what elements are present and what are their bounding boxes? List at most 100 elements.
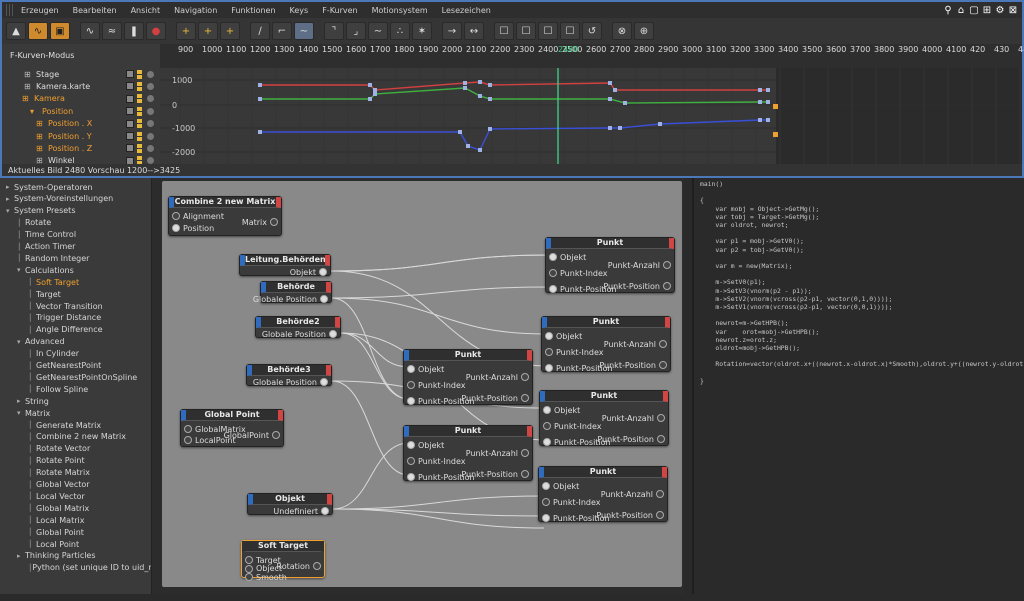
track-tag[interactable] xyxy=(126,94,134,103)
output-port[interactable]: Punkt-Anzahl xyxy=(604,339,667,349)
node-leitung[interactable]: Leitung.Behörden Objekt xyxy=(239,254,331,277)
menu-bearbeiten[interactable]: Bearbeiten xyxy=(66,6,124,15)
node-title[interactable]: Behörde3 xyxy=(247,365,331,376)
settings-icon[interactable]: ⚙ xyxy=(995,5,1005,16)
input-port[interactable]: Alignment xyxy=(172,211,224,221)
split-icon[interactable]: ∴ xyxy=(390,22,410,40)
expand-icon[interactable]: ⊞ xyxy=(36,144,43,153)
track-row[interactable]: ⊞ Position . Z xyxy=(2,142,160,154)
preset-item[interactable]: ▾ Calculations xyxy=(0,264,151,276)
expand-arrow-icon[interactable]: ▸ xyxy=(6,183,14,191)
track-row[interactable]: ▾ Position xyxy=(2,105,160,117)
expand-arrow-icon[interactable]: ▾ xyxy=(17,409,25,417)
node-punkt[interactable]: Punkt Objekt Punkt-Index Punkt-Position Punk… xyxy=(538,466,668,523)
output-port[interactable]: Punkt-Position xyxy=(599,360,667,370)
preset-item[interactable]: │ Python (set unique ID to uid_ma xyxy=(0,562,151,574)
node-title[interactable]: Behörde2 xyxy=(256,317,340,328)
track-tag[interactable] xyxy=(137,143,142,153)
menu-lesezeichen[interactable]: Lesezeichen xyxy=(435,6,498,15)
track-tag[interactable] xyxy=(137,81,142,91)
track-tag[interactable] xyxy=(126,119,134,128)
input-port[interactable]: Objekt xyxy=(407,440,444,450)
preset-item[interactable]: │ Target xyxy=(0,288,151,300)
ease-both-icon[interactable]: ∼ xyxy=(368,22,388,40)
maximize-icon[interactable]: ⊞ xyxy=(982,5,992,16)
menu-motionsystem[interactable]: Motionsystem xyxy=(365,6,435,15)
preset-item[interactable]: │ Generate Matrix xyxy=(0,419,151,431)
node-punkt[interactable]: Punkt Objekt Punkt-Index Punkt-Position Punk… xyxy=(545,237,675,294)
node-title[interactable]: Behörde xyxy=(261,282,331,293)
node-behoerde[interactable]: Behörde Globale Position xyxy=(253,281,332,304)
track-tag[interactable] xyxy=(126,82,134,91)
linear-icon[interactable]: ∕ xyxy=(250,22,270,40)
preset-item[interactable]: │ Angle Difference xyxy=(0,324,151,336)
node-canvas[interactable]: Combine 2 new Matrix Alignment Position Mat… xyxy=(162,181,682,587)
lock4-icon[interactable]: ☐ xyxy=(538,22,558,40)
ease-out-icon[interactable]: ⌟ xyxy=(346,22,366,40)
preset-item[interactable]: │ Local Matrix xyxy=(0,514,151,526)
preset-item[interactable]: ▸ System-Voreinstellungen xyxy=(0,193,151,205)
output-port[interactable]: Globale Position xyxy=(253,294,328,304)
key-mode-icon[interactable]: ▲ xyxy=(6,22,26,40)
preset-item[interactable]: │ Soft Target xyxy=(0,276,151,288)
output-port[interactable]: GlobalPoint xyxy=(224,430,280,440)
output-port[interactable]: Punkt-Anzahl xyxy=(466,372,529,382)
zero-icon[interactable]: ⊗ xyxy=(612,22,632,40)
node-behoerde2[interactable]: Behörde2 Globale Position xyxy=(255,316,341,339)
output-port[interactable]: Objekt xyxy=(290,267,327,277)
frame-icon[interactable]: ▢ xyxy=(969,5,979,16)
preset-item[interactable]: │ Global Matrix xyxy=(0,502,151,514)
motion-mode-icon[interactable]: ▣ xyxy=(50,22,70,40)
pause-icon[interactable]: ❚ xyxy=(124,22,144,40)
output-port[interactable]: Punkt-Anzahl xyxy=(608,260,671,270)
search-icon[interactable]: ⚲ xyxy=(943,5,953,16)
preset-item[interactable]: │ Follow Spline xyxy=(0,383,151,395)
menu-erzeugen[interactable]: Erzeugen xyxy=(14,6,66,15)
preset-item[interactable]: │ Rotate Point xyxy=(0,455,151,467)
track-tag[interactable] xyxy=(126,132,134,140)
lock5-icon[interactable]: ☐ xyxy=(560,22,580,40)
preset-item[interactable]: │ Vector Transition xyxy=(0,300,151,312)
expand-arrow-icon[interactable]: ▸ xyxy=(6,195,14,203)
smooth-icon[interactable]: ∼ xyxy=(294,22,314,40)
ease-in-icon[interactable]: ⌝ xyxy=(324,22,344,40)
close-icon[interactable]: ⊠ xyxy=(1008,5,1018,16)
track-row[interactable]: ⊞ Kamera.karte xyxy=(2,80,160,92)
track-row[interactable]: ⊞ Kamera xyxy=(2,93,160,105)
output-port[interactable]: Globale Position xyxy=(262,329,337,339)
node-punkt[interactable]: Punkt Objekt Punkt-Index Punkt-Position Punk… xyxy=(403,425,533,482)
expand-icon[interactable]: ⊞ xyxy=(36,132,43,141)
track-row[interactable]: ⊞ Position . X xyxy=(2,118,160,130)
input-port[interactable]: Punkt-Index xyxy=(543,421,602,431)
preset-item[interactable]: │ Global Point xyxy=(0,526,151,538)
grip-handle[interactable] xyxy=(6,4,14,16)
tangent-icon[interactable]: ✶ xyxy=(412,22,432,40)
node-title[interactable]: Combine 2 new Matrix xyxy=(169,197,281,208)
expand-arrow-icon[interactable]: ▾ xyxy=(17,338,25,346)
track-tag[interactable] xyxy=(137,119,142,129)
preset-item[interactable]: │ GetNearestPointOnSpline xyxy=(0,371,151,383)
input-port[interactable]: Punkt-Index xyxy=(545,347,604,357)
node-punkt[interactable]: Punkt Objekt Punkt-Index Punkt-Position Punk… xyxy=(541,316,671,373)
node-title[interactable]: Leitung.Behörden xyxy=(240,255,330,266)
output-port[interactable]: Punkt-Position xyxy=(461,393,529,403)
node-punkt[interactable]: Punkt Objekt Punkt-Index Punkt-Position Punk… xyxy=(539,390,669,447)
preset-item[interactable]: │ Rotate Matrix xyxy=(0,467,151,479)
input-port[interactable]: Objekt xyxy=(545,331,582,341)
output-port[interactable]: Punkt-Position xyxy=(461,469,529,479)
visibility-dot[interactable] xyxy=(147,120,154,128)
record-icon[interactable]: ● xyxy=(146,22,166,40)
zero2-icon[interactable]: ⊕ xyxy=(634,22,654,40)
node-title[interactable]: Global Point xyxy=(181,410,283,421)
node-title[interactable]: Soft Target xyxy=(242,541,324,552)
time-ruler[interactable]: 900 1000 1100 1200 1300 1400 1500 1600 1700 1800 1… xyxy=(160,44,1024,68)
menu-f-kurven[interactable]: F-Kurven xyxy=(315,6,364,15)
add-key-icon[interactable]: + xyxy=(176,22,196,40)
preset-item[interactable]: │ Local Point xyxy=(0,538,151,550)
output-port[interactable]: Punkt-Position xyxy=(596,510,664,520)
node-title[interactable]: Punkt xyxy=(539,467,667,478)
expand-icon[interactable]: ⊞ xyxy=(36,119,43,128)
track-tag[interactable] xyxy=(137,69,142,79)
lock3-icon[interactable]: ☐ xyxy=(516,22,536,40)
output-port[interactable]: Globale Position xyxy=(253,377,328,387)
